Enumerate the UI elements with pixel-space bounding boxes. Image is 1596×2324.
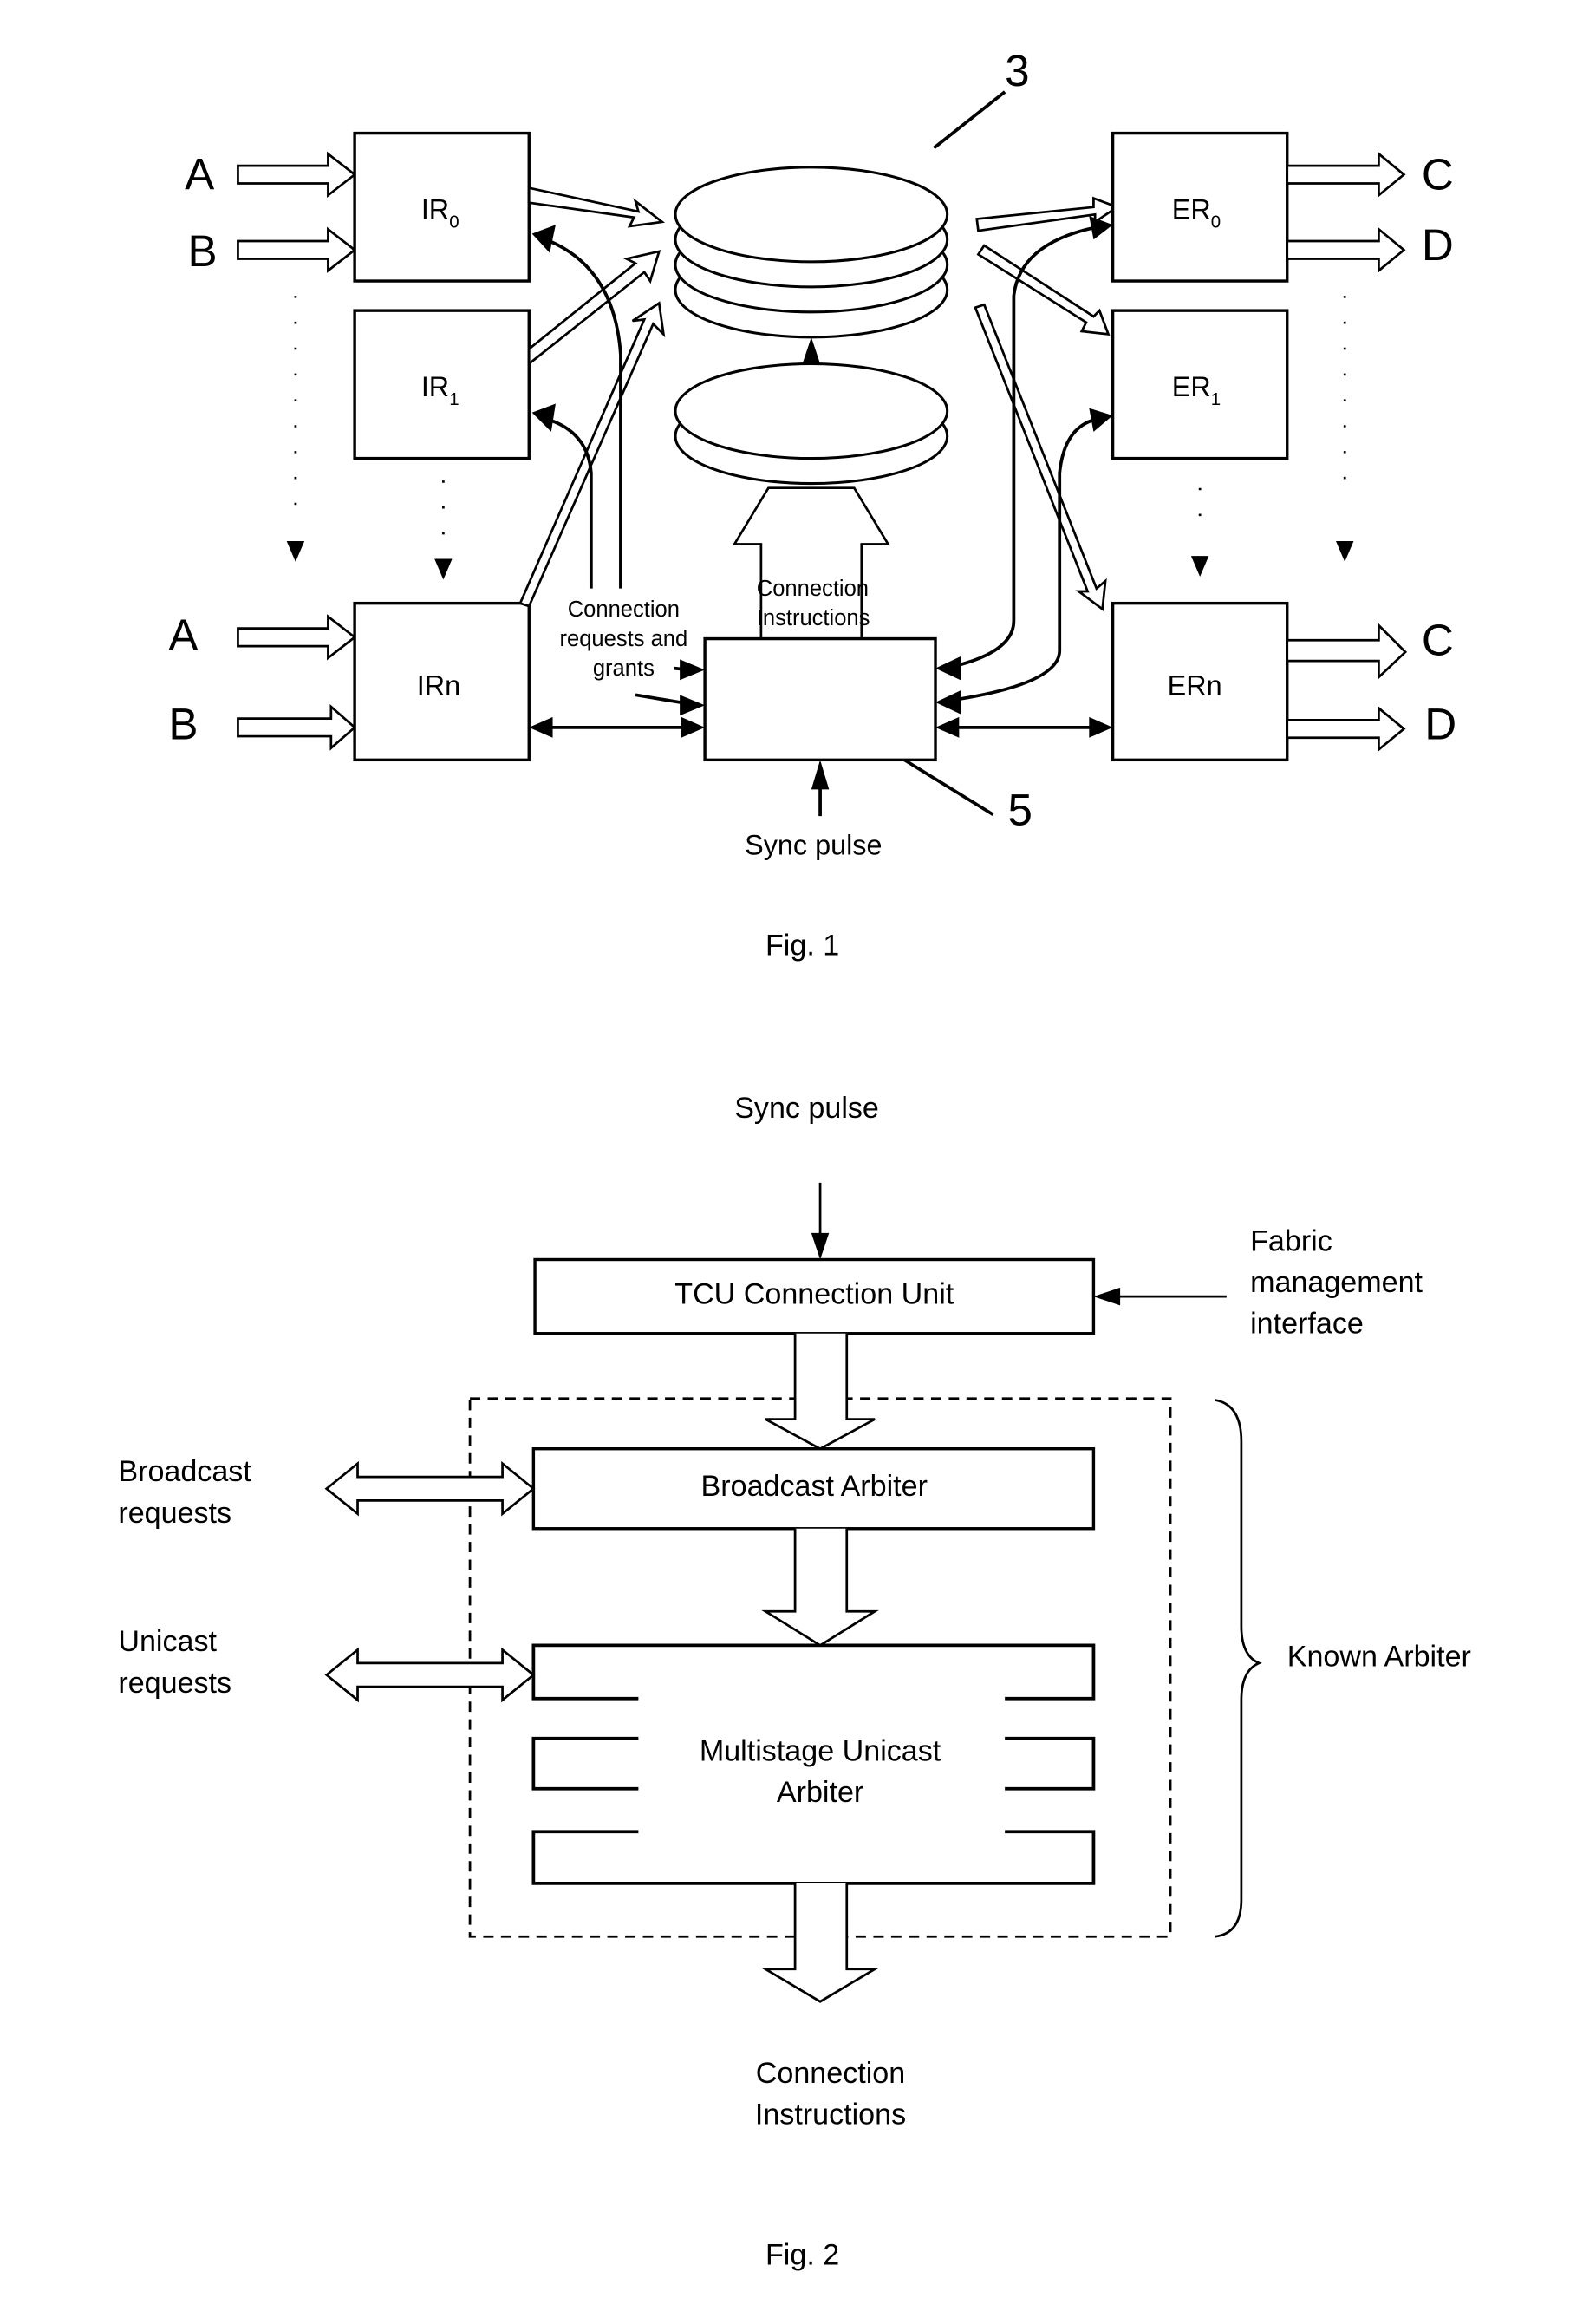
ir0-to-fabric-arrow — [527, 186, 666, 228]
fig2-sync-pulse-label: Sync pulse — [734, 1092, 879, 1125]
continuation-arrow-inputs — [286, 541, 305, 562]
grant-arrowhead-er1 — [1089, 408, 1113, 432]
figure-1-caption: Fig. 1 — [765, 929, 839, 962]
input-arrow-a-bottom — [237, 614, 357, 661]
request-arrowhead-1 — [680, 659, 706, 681]
unicast-stage-1 — [531, 1643, 1096, 1701]
continuation-arrow-egress — [1190, 556, 1209, 577]
controller-reference-leader — [903, 758, 994, 817]
figure-2: Sync pulse TCU Connection Unit Fabric ma… — [118, 1092, 1471, 2272]
fabric-reference-leader — [933, 90, 1006, 150]
connection-controller — [703, 636, 937, 762]
unicast-requests-line2: requests — [118, 1667, 231, 1700]
unicast-requests-line1: Unicast — [118, 1625, 217, 1658]
known-arbiter-brace — [1214, 1399, 1262, 1938]
input-label-b-top: B — [187, 226, 217, 276]
irn-link-arrowhead-left — [529, 716, 553, 738]
grant-arrowhead-er0 — [1089, 216, 1113, 240]
fabric-to-er1-arrow — [976, 244, 1111, 336]
broadcast-arbiter-label: Broadcast Arbiter — [701, 1470, 928, 1503]
connection-instructions-line1: Connection — [757, 577, 869, 601]
connection-instructions-line2: Instructions — [757, 606, 870, 630]
continuation-arrow-outputs — [1335, 541, 1354, 562]
controller-arrowhead-r2 — [935, 690, 961, 715]
unicast-stage-3 — [531, 1830, 1096, 1885]
output-label-line1: Connection — [756, 2057, 905, 2090]
switch-fabric-stack — [674, 166, 949, 339]
multistage-label-line1: Multistage Unicast — [700, 1734, 941, 1767]
output-arrow-d-bottom — [1286, 705, 1406, 753]
irn-link-arrowhead-right — [681, 716, 706, 738]
patent-drawing-sheet: A B A B IR0 IR1 IRn 3 Connection Instruc… — [118, 46, 1471, 2272]
figure-2-caption: Fig. 2 — [765, 2239, 839, 2272]
fabric-to-ern-arrow — [974, 303, 1107, 612]
fabric-management-line2: management — [1250, 1266, 1423, 1299]
connection-instructions-output-arrow — [761, 1883, 880, 2003]
ingress-router-n-label: IRn — [417, 669, 460, 701]
broadcast-to-unicast-arrow — [761, 1528, 879, 1648]
instruction-memory-stack — [674, 362, 949, 486]
output-label-d-bottom: D — [1424, 699, 1456, 748]
fabric-reference-number: 3 — [1005, 46, 1029, 95]
output-label-line2: Instructions — [755, 2099, 906, 2131]
output-label-d-top: D — [1422, 220, 1454, 270]
ern-link-arrowhead-left — [935, 716, 960, 738]
fabric-management-line1: Fabric — [1250, 1224, 1332, 1257]
unicast-requests-arrow — [324, 1647, 536, 1703]
grant-arrowhead-ir0 — [531, 225, 556, 253]
grant-arrowhead-ir1 — [531, 403, 556, 432]
requests-label-line3: grants — [593, 656, 655, 681]
broadcast-requests-line1: Broadcast — [118, 1455, 251, 1488]
ern-link-arrowhead-right — [1089, 716, 1113, 738]
output-label-c-top: C — [1422, 149, 1454, 199]
output-arrow-d-top — [1286, 226, 1406, 273]
grant-arrow-er0 — [957, 225, 1094, 668]
requests-label-line2: requests and — [559, 627, 687, 651]
fabric-management-arrowhead — [1093, 1287, 1121, 1306]
controller-arrowhead-r1 — [935, 656, 961, 681]
multistage-label-line2: Arbiter — [777, 1776, 863, 1809]
stack-update-arrowhead — [802, 336, 821, 364]
input-label-a-top: A — [185, 149, 214, 199]
continuation-arrow-ingress — [434, 558, 453, 580]
request-arrowhead-2 — [680, 695, 706, 716]
output-label-c-bottom: C — [1422, 615, 1454, 664]
broadcast-requests-line2: requests — [118, 1497, 231, 1530]
figure-1: A B A B IR0 IR1 IRn 3 Connection Instruc… — [168, 46, 1456, 962]
sync-pulse-label: Sync pulse — [745, 829, 882, 860]
tcu-to-broadcast-arrow — [765, 1333, 876, 1451]
output-arrow-c-top — [1286, 151, 1406, 199]
output-arrow-c-bottom — [1286, 622, 1408, 681]
requests-label-line1: Connection — [568, 597, 680, 622]
input-arrow-b-top — [237, 226, 357, 273]
fabric-management-line3: interface — [1250, 1308, 1364, 1341]
input-arrow-b-bottom — [237, 703, 357, 751]
egress-router-n-label: ERn — [1168, 669, 1222, 701]
input-label-b-bottom: B — [168, 699, 198, 748]
sync-pulse-arrowhead — [811, 760, 830, 790]
controller-reference-number: 5 — [1008, 785, 1033, 834]
broadcast-requests-arrow — [324, 1460, 536, 1517]
known-arbiter-label: Known Arbiter — [1287, 1640, 1471, 1673]
input-label-a-bottom: A — [168, 610, 198, 660]
fig2-sync-pulse-arrowhead — [811, 1232, 830, 1260]
input-arrow-a-top — [237, 151, 357, 198]
tcu-connection-unit-label: TCU Connection Unit — [674, 1278, 954, 1311]
